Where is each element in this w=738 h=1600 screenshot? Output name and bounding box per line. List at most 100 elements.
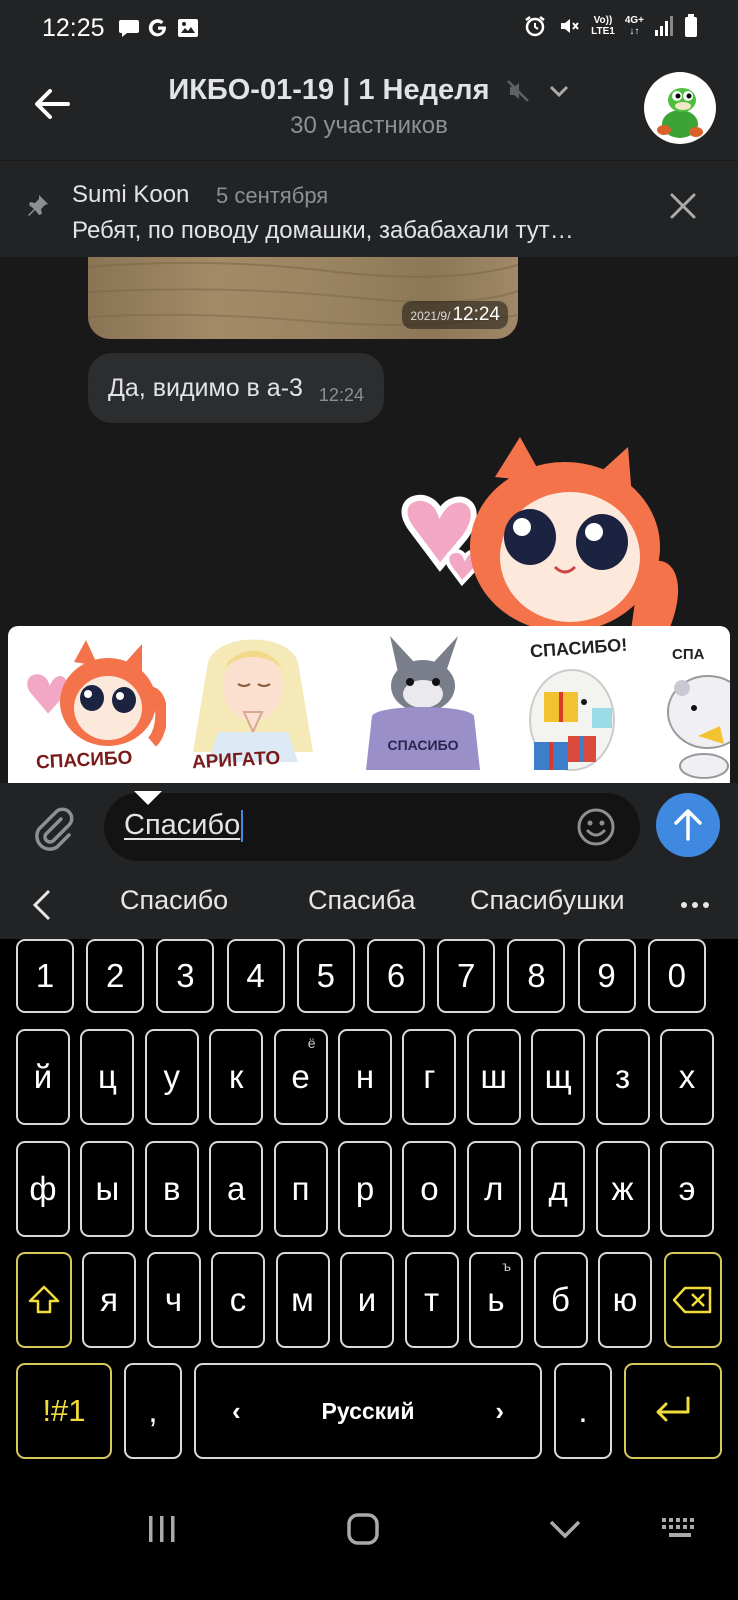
number-key[interactable]: 8	[507, 939, 566, 1013]
letter-key[interactable]: с	[211, 1252, 265, 1348]
letter-key[interactable]: м	[275, 1252, 330, 1348]
letter-key[interactable]: з	[595, 1029, 650, 1125]
cat-sticker-icon	[24, 640, 168, 747]
arrow-up-icon	[674, 809, 702, 841]
key-label: 3	[176, 957, 195, 994]
volte-label: Vo))	[593, 15, 613, 26]
letter-key[interactable]: и	[340, 1252, 394, 1348]
message-bubble[interactable]: Да, видимо в а-3 12:24	[88, 353, 384, 423]
hide-keyboard-icon[interactable]	[548, 1518, 582, 1540]
key-label: х	[678, 1058, 696, 1095]
letter-key[interactable]: х	[660, 1029, 714, 1125]
letter-key[interactable]: ш	[466, 1029, 521, 1125]
attachment-icon[interactable]	[28, 803, 78, 853]
key-label: 2	[106, 957, 125, 994]
sticker-seal[interactable]: СПАСИБО!	[504, 632, 654, 786]
chevron-left-icon[interactable]	[30, 887, 54, 923]
suggestion-1[interactable]: Спасибо	[120, 885, 228, 916]
space-key-label: Русский	[321, 1397, 415, 1424]
suggestion-2[interactable]: Спасиба	[308, 885, 416, 916]
letter-key[interactable]: щ	[531, 1029, 586, 1125]
letter-key[interactable]: ч	[146, 1252, 201, 1348]
letter-key[interactable]: т	[404, 1252, 459, 1348]
navigation-bar	[0, 1490, 738, 1600]
sticker-popup-caret	[134, 791, 162, 805]
send-button[interactable]	[656, 793, 720, 857]
letter-key[interactable]: й	[16, 1029, 70, 1125]
home-icon[interactable]	[346, 1512, 380, 1546]
letter-key[interactable]: я	[82, 1252, 136, 1348]
sticker-hamster[interactable]: СПА	[658, 632, 730, 786]
keyboard-switch-icon[interactable]	[660, 1516, 700, 1542]
sticker-bunny[interactable]: СПАСИБО	[348, 632, 498, 786]
cat-sticker-message[interactable]	[370, 427, 700, 647]
key-label: н	[355, 1058, 375, 1095]
letter-key[interactable]: г	[402, 1029, 457, 1125]
photo-message[interactable]: 2021/9/12:24	[88, 257, 518, 339]
number-key[interactable]: 6	[367, 939, 425, 1013]
key-label: ы	[95, 1170, 120, 1207]
key-label: б	[551, 1281, 570, 1318]
comma-key[interactable]: ,	[124, 1363, 182, 1459]
bunny-sticker-icon: СПАСИБО	[366, 636, 480, 770]
symbols-key[interactable]: !#1	[16, 1363, 112, 1459]
gen-indicator: 4G+ ↓↑	[625, 15, 644, 37]
letter-key[interactable]: д	[531, 1141, 586, 1237]
number-key[interactable]: 1	[16, 939, 74, 1013]
mute-icon	[561, 19, 579, 33]
message-input-text: Спасибо	[124, 809, 244, 843]
number-key[interactable]: 0	[647, 939, 706, 1013]
letter-key[interactable]: а	[209, 1141, 264, 1237]
number-key[interactable]: 7	[437, 939, 496, 1013]
key-label: я	[100, 1281, 118, 1318]
number-key[interactable]: 9	[577, 939, 636, 1013]
letter-key[interactable]: её	[273, 1029, 328, 1125]
letter-key[interactable]: ж	[595, 1141, 650, 1237]
recent-apps-icon[interactable]	[146, 1514, 178, 1544]
chat-title[interactable]: ИКБО-01-19 | 1 Неделя	[0, 74, 738, 107]
letter-key[interactable]: л	[466, 1141, 521, 1237]
letter-key[interactable]: ф	[16, 1141, 70, 1237]
letter-key[interactable]: ю	[598, 1252, 652, 1348]
number-key[interactable]: 4	[226, 939, 285, 1013]
letter-key[interactable]: р	[338, 1141, 392, 1237]
suggestion-3[interactable]: Спасибушки	[470, 885, 625, 916]
chat-avatar[interactable]	[644, 72, 716, 144]
backspace-key[interactable]	[664, 1252, 722, 1348]
more-icon[interactable]	[680, 901, 710, 909]
battery-icon	[685, 14, 697, 37]
sticker-elf[interactable]: АРИГАТО	[178, 632, 328, 786]
number-key[interactable]: 3	[156, 939, 215, 1013]
gallery-icon	[178, 19, 198, 37]
letter-key[interactable]: э	[660, 1141, 714, 1237]
photo-exif-date: 2021/9/	[410, 309, 451, 323]
letter-key[interactable]: б	[533, 1252, 588, 1348]
period-key[interactable]: .	[554, 1363, 612, 1459]
alarm-icon	[525, 16, 545, 37]
key-label: в	[163, 1170, 181, 1207]
status-time: 12:25	[42, 14, 105, 42]
enter-key[interactable]	[624, 1363, 722, 1459]
message-input[interactable]: Спасибо	[104, 793, 640, 861]
pinned-message[interactable]: Sumi Koon 5 сентября Ребят, по поводу до…	[0, 160, 738, 257]
space-key[interactable]: ‹ Русский ›	[194, 1363, 542, 1459]
letter-key[interactable]: п	[273, 1141, 328, 1237]
letter-key[interactable]: ц	[80, 1029, 135, 1125]
letter-key[interactable]: о	[402, 1141, 457, 1237]
letter-key[interactable]: н	[338, 1029, 392, 1125]
letter-key[interactable]: в	[144, 1141, 199, 1237]
letter-key[interactable]: к	[209, 1029, 264, 1125]
key-label: а	[227, 1170, 246, 1207]
letter-key[interactable]: у	[144, 1029, 199, 1125]
pinned-text: Ребят, по поводу домашки, забабахали тут…	[72, 217, 574, 244]
emoji-icon[interactable]	[574, 805, 618, 849]
close-icon[interactable]	[668, 191, 698, 221]
number-key[interactable]: 5	[296, 939, 355, 1013]
key-label: 4	[246, 957, 265, 994]
shift-key[interactable]	[16, 1252, 72, 1348]
letter-key[interactable]: ьъ	[469, 1252, 523, 1348]
number-key[interactable]: 2	[86, 939, 145, 1013]
letter-key[interactable]: ы	[80, 1141, 135, 1237]
sticker-cat[interactable]: СПАСИБО	[16, 632, 168, 786]
key-label: у	[163, 1058, 181, 1095]
